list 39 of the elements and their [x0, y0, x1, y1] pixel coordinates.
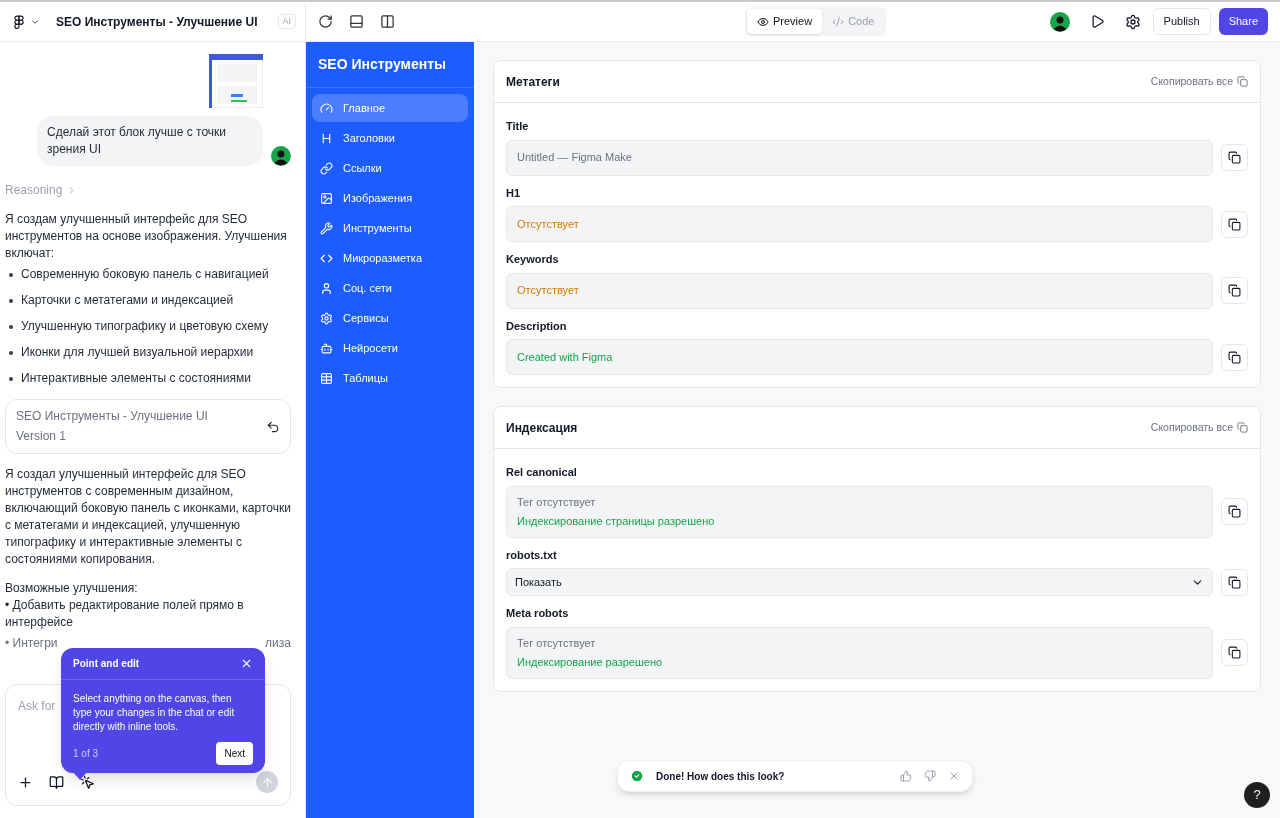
card-title: Метатеги: [506, 73, 560, 91]
field-value: Untitled — Figma Make: [517, 150, 633, 166]
field-value: Created with Figma: [517, 349, 614, 365]
field-label: Keywords: [506, 252, 560, 267]
list-item: Интерактивные элементы с состояниями: [21, 370, 251, 387]
ai-badge: AI: [277, 13, 296, 30]
list-item: Современную боковую панель с навигацией: [21, 266, 269, 283]
assistant-text: Возможные улучшения:: [5, 580, 139, 597]
card-title: Индексация: [506, 419, 578, 437]
list-item: Улучшенную типографику и цветовую схему: [21, 318, 269, 335]
version-title: SEO Инструменты - Улучшение UI: [16, 408, 208, 425]
project-title: SEO Инструменты - Улучшение UI: [56, 13, 258, 31]
version-label: Version 1: [16, 428, 68, 445]
field-label: Title: [506, 119, 530, 134]
field-value: Тег отсутствует: [517, 494, 597, 510]
field-value: Отсутствует: [517, 283, 580, 299]
select-value: Показать: [515, 574, 562, 590]
toast-message: Done! How does this look?: [656, 769, 785, 784]
field-label: Rel canonical: [506, 465, 578, 480]
field-label: H1: [506, 185, 522, 201]
field-value: Индексирование разрешено: [517, 655, 664, 670]
field-value: Тег отсутствует: [517, 635, 597, 651]
assistant-text: Я создам улучшенный интерфейс для SEO инструментов на основе изображения. Улучшения включат:: [5, 211, 288, 262]
assistant-text: • Добавить редактирование полей прямо в интерфейсе: [5, 597, 245, 631]
field-value: Отсутствует: [517, 216, 580, 232]
user-message: Сделай этот блок лучше с точки зрения UI: [37, 116, 264, 166]
popover-title: Point and edit: [73, 657, 140, 671]
popover-text: Select anything on the canvas, then type your changes in the chat or edit directly with inline tools.: [72, 692, 236, 734]
field-label: robots.txt: [506, 547, 558, 563]
list-item: Иконки для лучшей визуальной иерархии: [21, 344, 254, 361]
assistant-text: лиза: [265, 635, 291, 652]
brand-title: SEO Инструменты: [318, 55, 446, 74]
field-label: Description: [506, 318, 568, 334]
assistant-text: • Интегри: [5, 635, 58, 652]
field-value: Индексирование страницы разрешено: [517, 514, 716, 529]
assistant-text: Я создал улучшенный интерфейс для SEO инструментов с современным дизайном, включающий боковую панель с иконками, карточки с метатегами и индексацией, улучшенную типографику и интерактивные элементы с состояниями копирования.: [5, 466, 291, 568]
field-label: Meta robots: [506, 606, 570, 621]
step-counter: 1 of 3: [73, 747, 99, 761]
list-item: Карточки с метатегами и индексацией: [21, 292, 234, 309]
